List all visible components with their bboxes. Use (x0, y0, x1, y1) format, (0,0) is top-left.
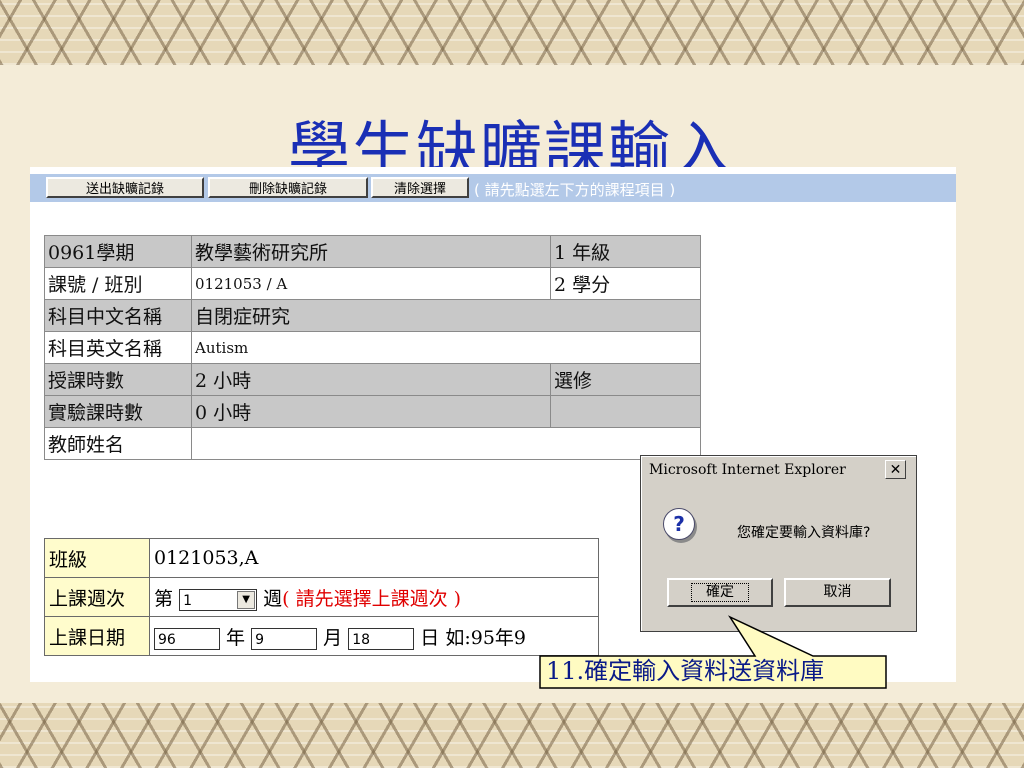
hours-label-cell: 授課時數 (44, 363, 192, 396)
teacher-cell (191, 427, 701, 460)
toolbar-hint: ( 請先點選左下方的課程項目 ) (474, 181, 676, 199)
class-value-cell: 0121053,A (149, 538, 599, 578)
hours-cell: 2 小時 (191, 363, 551, 396)
dialog-message: 您確定要輸入資料庫? (737, 525, 871, 541)
week-cell: 第 1 ▼ 週( 請先選擇上課週次 ) (149, 577, 599, 617)
date-example: 如:95年9 (445, 626, 526, 649)
ok-button-label: 確定 (691, 583, 749, 602)
course-info-table: 0961學期 教學藝術研究所 1 年級 課號 / 班別 0121053 / A … (44, 235, 701, 460)
week-select[interactable]: 1 ▼ (179, 588, 258, 611)
date-cell: 96 年 9 月 18 日 如:95年9 (149, 616, 599, 656)
semester-cell: 0961學期 (44, 235, 192, 268)
close-icon[interactable]: ✕ (885, 460, 906, 479)
table-row: 課號 / 班別 0121053 / A 2 學分 (44, 267, 701, 300)
lab-hours-cell: 0 小時 (191, 395, 551, 428)
lab-hours-label-cell: 實驗課時數 (44, 395, 192, 428)
year-input[interactable]: 96 (154, 627, 220, 650)
en-name-cell: Autism (191, 331, 701, 364)
table-row: 授課時數 2 小時 選修 (44, 363, 701, 396)
class-form-table: 班級 0121053,A 上課週次 第 1 ▼ 週( 請先選擇上課週次 ) 上課日… (44, 538, 599, 656)
week-hint: ( 請先選擇上課週次 ) (282, 587, 462, 610)
credits-cell: 2 學分 (550, 267, 701, 300)
empty-cell (550, 395, 701, 428)
elective-cell: 選修 (550, 363, 701, 396)
delete-absence-button[interactable]: 刪除缺曠記錄 (208, 177, 368, 198)
month-input[interactable]: 9 (251, 627, 318, 650)
decorative-top-band (0, 0, 1024, 65)
confirm-dialog: Microsoft Internet Explorer ✕ ? 您確定要輸入資料… (640, 455, 917, 632)
en-name-label-cell: 科目英文名稱 (44, 331, 192, 364)
year-unit: 年 (226, 626, 246, 649)
day-unit: 日 (420, 626, 440, 649)
department-cell: 教學藝術研究所 (191, 235, 551, 268)
class-label-cell: 班級 (44, 538, 150, 578)
zh-name-label-cell: 科目中文名稱 (44, 299, 192, 332)
send-absence-button[interactable]: 送出缺曠記錄 (46, 177, 204, 198)
week-suffix: 週 (263, 587, 283, 610)
week-label-cell: 上課週次 (44, 577, 150, 617)
table-row: 實驗課時數 0 小時 (44, 395, 701, 428)
table-row: 科目英文名稱 Autism (44, 331, 701, 364)
clear-selection-button[interactable]: 清除選擇 (371, 177, 469, 198)
day-input[interactable]: 18 (348, 627, 415, 650)
week-prefix: 第 (154, 587, 174, 610)
question-icon: ? (663, 508, 695, 540)
action-toolbar: 送出缺曠記錄 刪除缺曠記錄 清除選擇 ( 請先點選左下方的課程項目 ) (30, 174, 956, 202)
week-select-value: 1 (183, 592, 192, 609)
chevron-down-icon[interactable]: ▼ (237, 590, 256, 609)
table-row: 上課週次 第 1 ▼ 週( 請先選擇上課週次 ) (44, 577, 599, 617)
course-label-cell: 課號 / 班別 (44, 267, 192, 300)
table-row: 上課日期 96 年 9 月 18 日 如:95年9 (44, 616, 599, 656)
decorative-bottom-band (0, 703, 1024, 768)
table-row: 科目中文名稱 自閉症研究 (44, 299, 701, 332)
month-unit: 月 (323, 626, 343, 649)
date-label-cell: 上課日期 (44, 616, 150, 656)
ok-button[interactable]: 確定 (667, 578, 773, 607)
table-row: 教師姓名 (44, 427, 701, 460)
table-row: 班級 0121053,A (44, 538, 599, 578)
callout-text: 11.確定輸入資料送資料庫 (546, 657, 825, 685)
teacher-label-cell: 教師姓名 (44, 427, 192, 460)
grade-cell: 1 年級 (550, 235, 701, 268)
cancel-button[interactable]: 取消 (784, 578, 891, 607)
table-row: 0961學期 教學藝術研究所 1 年級 (44, 235, 701, 268)
course-value-cell: 0121053 / A (191, 267, 551, 300)
dialog-title: Microsoft Internet Explorer (649, 462, 846, 478)
zh-name-cell: 自閉症研究 (191, 299, 701, 332)
